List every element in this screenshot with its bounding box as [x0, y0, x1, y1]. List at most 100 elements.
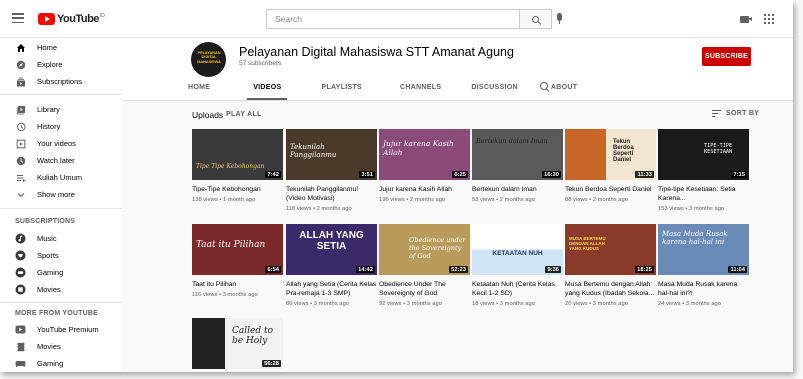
- sidebar-item-gaming[interactable]: Gaming: [0, 264, 122, 281]
- movies-icon: [15, 284, 26, 295]
- video-card[interactable]: Tekun Berdoa Seperti Daniel 11:33 Tekun Be…: [565, 129, 656, 203]
- youtube-premium-icon: [15, 324, 26, 335]
- video-card[interactable]: MUSA BERTEMU DENGAN ALLAH YANG KUDUS 18:2…: [565, 224, 656, 307]
- more-from-youtube-heading: MORE FROM YOUTUBE: [15, 310, 98, 317]
- gaming-controller-icon: [15, 358, 26, 369]
- mic-icon[interactable]: [557, 13, 562, 24]
- apps-icon[interactable]: [764, 14, 774, 24]
- create-video-icon[interactable]: [740, 16, 752, 23]
- tab-home[interactable]: HOME: [188, 82, 210, 100]
- thumbnail-text: Masa Muda Rusak karena hal-hal ini: [662, 230, 728, 246]
- video-title[interactable]: Bertekun dalam Iman: [472, 185, 563, 194]
- video-thumbnail[interactable]: Masa Muda Rusak karena hal-hal ini 11:04: [658, 224, 749, 275]
- sidebar-item-explore[interactable]: Explore: [0, 56, 122, 73]
- video-thumbnail[interactable]: Tekunilah Panggilanmu 3:51: [286, 129, 377, 180]
- video-card[interactable]: Masa Muda Rusak karena hal-hal ini 11:04 M…: [658, 224, 749, 307]
- brand-region: ID: [99, 13, 105, 19]
- video-title[interactable]: Musa Bertemu dengan Allah yang Kudus (Ib…: [565, 280, 656, 298]
- thumbnail-text: Bertekun dalam Iman: [476, 137, 548, 145]
- sidebar-item-movies[interactable]: Movies: [0, 281, 122, 298]
- channel-avatar[interactable]: PELAYANAN DIGITAL MAHASISWA: [191, 42, 226, 77]
- video-duration: 52:23: [449, 266, 468, 273]
- video-meta: 196 views • 2 months ago: [379, 197, 446, 203]
- video-thumbnail[interactable]: ALLAH YANG SETIA 14:42: [286, 224, 377, 275]
- video-title[interactable]: Tekunilah Panggilanmu! (Video Motivasi): [286, 185, 377, 203]
- brand-text: YouTube: [57, 13, 99, 25]
- video-thumbnail[interactable]: Tekun Berdoa Seperti Daniel 11:33: [565, 129, 656, 180]
- youtube-window: YouTube ID Search Home Explore Subscript…: [0, 0, 793, 372]
- video-meta: 92 views • 3 months ago: [379, 301, 442, 307]
- video-title[interactable]: Taat itu Pilihan: [192, 280, 283, 289]
- sidebar-item-gaming-more[interactable]: Gaming: [0, 355, 122, 372]
- sidebar-item-label: Subscriptions: [37, 77, 83, 86]
- video-thumbnail[interactable]: Taat itu Pilihan 6:54: [192, 224, 283, 275]
- thumbnail-text: Tekunilah Panggilanmu: [290, 143, 337, 159]
- tab-playlists[interactable]: PLAYLISTS: [321, 82, 362, 100]
- video-card[interactable]: Tipe Tipe Kebohongan 7:42 Tipe-Tipe Keboho…: [192, 129, 283, 203]
- video-thumbnail[interactable]: Bertekun dalam Iman 16:30: [472, 129, 563, 180]
- video-title[interactable]: Tekun Berdoa Seperti Daniel: [565, 185, 656, 194]
- tab-about[interactable]: ABOUT: [551, 82, 577, 100]
- video-title[interactable]: Allah yang Setia (Cerita Kelas Pra-remaj…: [286, 280, 377, 298]
- video-title[interactable]: Tipe-tipe Kesetiaan: Setia Karena...: [658, 185, 749, 203]
- video-title[interactable]: Jujur karena Kasih Allah: [379, 185, 470, 194]
- video-card[interactable]: Bertekun dalam Iman 16:30 Bertekun dalam I…: [472, 129, 563, 203]
- sidebar-item-music[interactable]: Music: [0, 230, 122, 247]
- section-title: Uploads: [192, 110, 224, 120]
- video-card[interactable]: TIPE-TIPE KESETIAAN 7:15 Tipe-tipe Kesetia…: [658, 129, 749, 212]
- sidebar-item-movies-more[interactable]: Movies: [0, 338, 122, 355]
- sidebar-item-your-videos[interactable]: Your videos: [0, 135, 122, 152]
- video-card[interactable]: Taat itu Pilihan 6:54 Taat itu Pilihan 116 …: [192, 224, 283, 298]
- sidebar-item-library[interactable]: Library: [0, 101, 122, 118]
- tab-discussion[interactable]: DISCUSSION: [471, 82, 518, 100]
- hamburger-icon[interactable]: [12, 13, 24, 24]
- sidebar-item-subscriptions[interactable]: Subscriptions: [0, 73, 122, 90]
- sidebar-item-youtube-premium[interactable]: YouTube Premium: [0, 321, 122, 338]
- video-card[interactable]: ALLAH YANG SETIA 14:42 Allah yang Setia (C…: [286, 224, 377, 307]
- video-thumbnail[interactable]: Obedience under the Sovereignty of God 52…: [379, 224, 470, 275]
- video-card[interactable]: KETAATAN NUH 9:36 Ketaatan Nuh (Cerita Kel…: [472, 224, 563, 307]
- sidebar-item-history[interactable]: History: [0, 118, 122, 135]
- video-title[interactable]: Tipe-Tipe Kebohongan: [192, 185, 283, 194]
- sidebar-item-label: Music: [37, 234, 57, 243]
- video-thumbnail[interactable]: KETAATAN NUH 9:36: [472, 224, 563, 275]
- video-thumbnail[interactable]: TIPE-TIPE KESETIAAN 7:15: [658, 129, 749, 180]
- video-meta: 88 views • 2 months ago: [565, 197, 628, 203]
- sidebar-item-watch-later[interactable]: Watch later: [0, 152, 122, 169]
- video-card[interactable]: Obedience under the Sovereignty of God 52…: [379, 224, 470, 307]
- video-thumbnail[interactable]: MUSA BERTEMU DENGAN ALLAH YANG KUDUS 18:2…: [565, 224, 656, 275]
- watch-later-icon: [15, 155, 26, 166]
- youtube-logo[interactable]: YouTube ID: [38, 13, 105, 25]
- play-all-button[interactable]: PLAY ALL: [226, 111, 262, 118]
- video-card[interactable]: Called to be Holy 56:28: [192, 318, 283, 369]
- video-card[interactable]: Tekunilah Panggilanmu 3:51 Tekunilah Pangg…: [286, 129, 377, 212]
- video-title[interactable]: Obedience Under The Sovereignty of God: [379, 280, 470, 298]
- sidebar-item-show-more[interactable]: Show more: [0, 186, 122, 203]
- channel-tabs: HOME VIDEOS PLAYLISTS CHANNELS DISCUSSIO…: [188, 82, 577, 100]
- subscribe-button[interactable]: SUBSCRIBE: [702, 47, 751, 66]
- tab-videos[interactable]: VIDEOS: [247, 82, 288, 100]
- video-duration: 3:51: [359, 171, 375, 178]
- video-title[interactable]: Masa Muda Rusak karena hal-hal ini?!: [658, 280, 749, 298]
- sidebar-item-sports[interactable]: Sports: [0, 247, 122, 264]
- sidebar-item-home[interactable]: Home: [0, 39, 122, 56]
- channel-search-icon[interactable]: [540, 82, 548, 90]
- youtube-play-icon: [38, 13, 55, 25]
- video-duration: 6:25: [452, 171, 468, 178]
- video-thumbnail[interactable]: Tipe Tipe Kebohongan 7:42: [192, 129, 283, 180]
- sort-by-button[interactable]: SORT BY: [712, 110, 759, 117]
- video-thumbnail[interactable]: Called to be Holy 56:28: [192, 318, 283, 369]
- video-meta: 53 views • 2 months ago: [472, 197, 535, 203]
- search-button[interactable]: [520, 9, 552, 29]
- video-title[interactable]: Ketaatan Nuh (Cerita Kelas Kecil 1-2 SD): [472, 280, 563, 298]
- music-icon: [15, 233, 26, 244]
- video-card[interactable]: Jujur karena Kasih Allah 6:25 Jujur karena…: [379, 129, 470, 203]
- video-meta: 138 views • 1 month ago: [192, 197, 256, 203]
- sports-icon: [15, 250, 26, 261]
- search-input[interactable]: Search: [266, 9, 520, 29]
- tab-channels[interactable]: CHANNELS: [400, 82, 441, 100]
- thumbnail-text: Tipe Tipe Kebohongan: [196, 163, 265, 170]
- sidebar-item-kuliah-umum[interactable]: Kuliah Umum: [0, 169, 122, 186]
- sidebar-item-label: Show more: [37, 190, 75, 199]
- video-thumbnail[interactable]: Jujur karena Kasih Allah 6:25: [379, 129, 470, 180]
